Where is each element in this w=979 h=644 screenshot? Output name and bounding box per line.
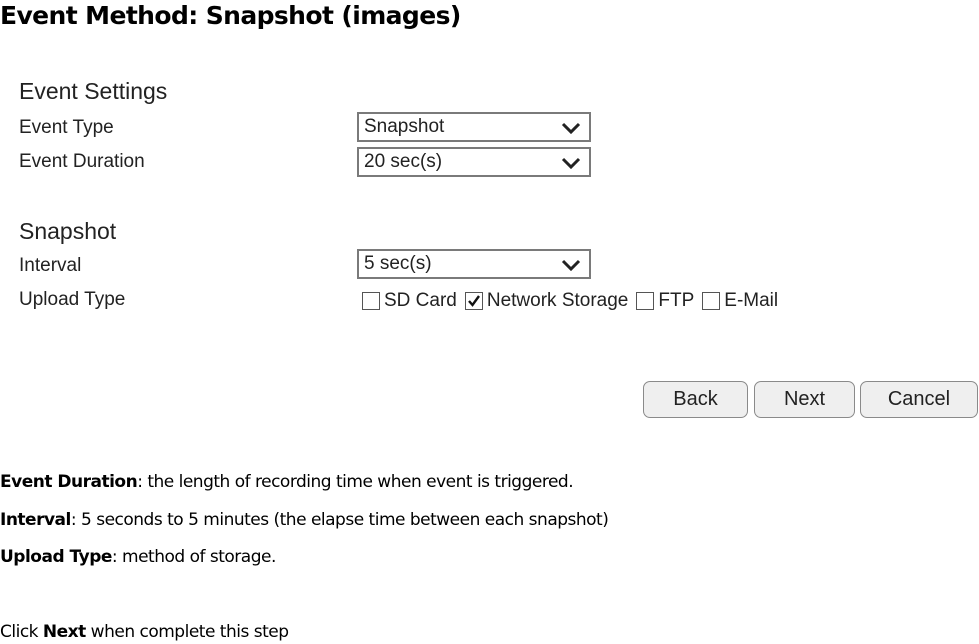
event-type-value: Snapshot — [364, 116, 445, 137]
network-storage-label: Network Storage — [486, 290, 629, 311]
ftp-checkbox[interactable] — [636, 292, 655, 310]
next-button[interactable]: Next — [754, 381, 855, 418]
note-instruction: Click Next when complete this step — [0, 621, 289, 643]
event-duration-value: 20 sec(s) — [364, 151, 443, 172]
chevron-down-icon — [561, 259, 581, 271]
network-storage-checkbox[interactable] — [464, 292, 483, 310]
sd-card-checkbox[interactable] — [362, 292, 380, 310]
note-term: Interval — [0, 510, 71, 530]
upload-type-label: Upload Type — [19, 289, 126, 310]
event-settings-heading: Event Settings — [19, 78, 168, 104]
note-interval: Interval: 5 seconds to 5 minutes (the el… — [0, 509, 609, 531]
instruction-prefix: Click — [0, 622, 43, 642]
back-button[interactable]: Back — [643, 381, 748, 418]
event-duration-select[interactable]: 20 sec(s) — [357, 147, 591, 177]
instruction-suffix: when complete this step — [85, 622, 289, 642]
document-title: Event Method: Snapshot (images) — [0, 1, 461, 30]
interval-select[interactable]: 5 sec(s) — [357, 249, 591, 279]
note-text: : method of storage. — [111, 547, 276, 567]
sd-card-label: SD Card — [384, 290, 457, 311]
event-type-label: Event Type — [19, 117, 114, 138]
email-label: E-Mail — [724, 290, 779, 311]
upload-option-sd-card[interactable]: SD Card — [362, 290, 457, 312]
note-text: : 5 seconds to 5 minutes (the elapse tim… — [70, 510, 609, 530]
note-term: Upload Type — [0, 547, 112, 567]
upload-type-options: SD Card Network Storage FTP E-Mail — [362, 288, 786, 314]
ftp-label: FTP — [658, 290, 695, 311]
note-upload-type: Upload Type: method of storage. — [0, 546, 276, 568]
event-type-select[interactable]: Snapshot — [357, 112, 591, 142]
event-duration-label: Event Duration — [19, 151, 145, 172]
chevron-down-icon — [561, 157, 581, 169]
checkmark-icon — [467, 295, 480, 307]
upload-option-email[interactable]: E-Mail — [702, 290, 778, 312]
snapshot-heading: Snapshot — [19, 218, 117, 244]
interval-value: 5 sec(s) — [364, 253, 432, 274]
chevron-down-icon — [561, 122, 581, 134]
interval-label: Interval — [19, 255, 82, 276]
note-term: Event Duration — [0, 472, 138, 492]
instruction-term: Next — [42, 622, 86, 642]
email-checkbox[interactable] — [702, 292, 721, 310]
upload-option-network-storage[interactable]: Network Storage — [464, 290, 629, 312]
note-text: : the length of recording time when even… — [137, 472, 574, 492]
cancel-button[interactable]: Cancel — [860, 381, 978, 418]
note-event-duration: Event Duration: the length of recording … — [0, 471, 574, 493]
upload-option-ftp[interactable]: FTP — [636, 290, 694, 312]
